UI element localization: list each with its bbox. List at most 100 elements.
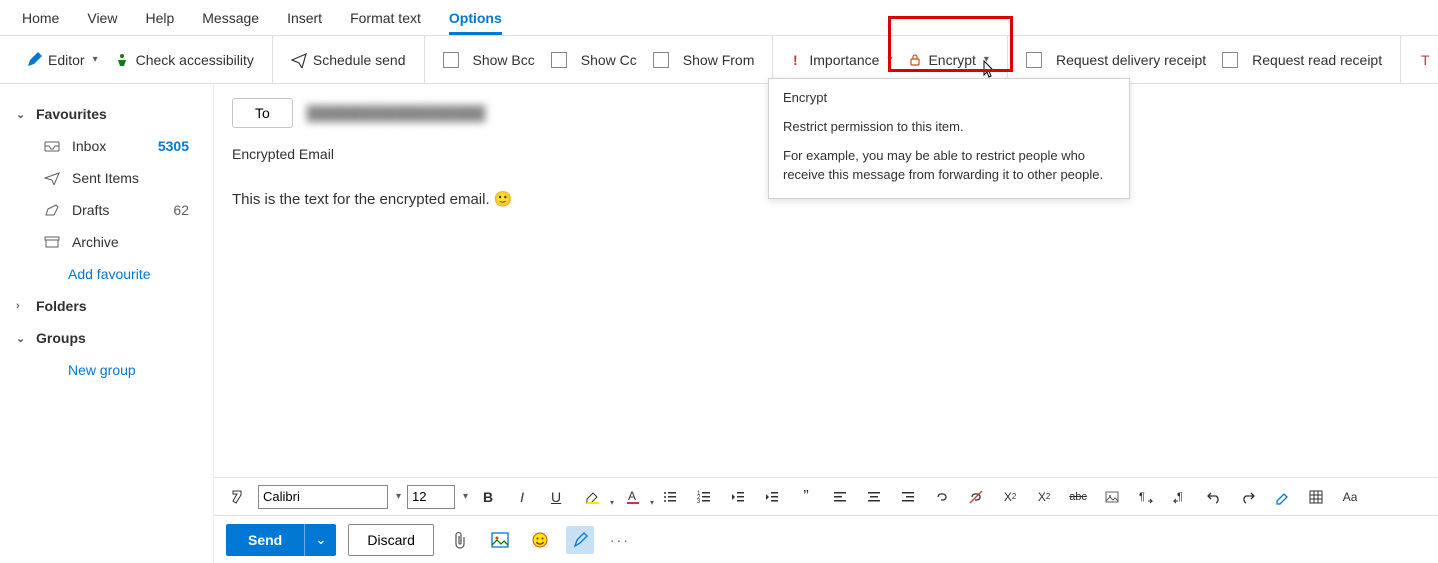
send-button[interactable]: Send — [226, 524, 304, 556]
chevron-down-icon: ▾ — [887, 54, 892, 65]
chevron-down-icon[interactable]: ▾ — [463, 491, 468, 502]
request-delivery-receipt-toggle[interactable]: Request delivery receipt — [1020, 48, 1212, 72]
add-favourite-link[interactable]: Add favourite — [0, 258, 213, 290]
menu-insert[interactable]: Insert — [273, 2, 336, 34]
bullets-button[interactable] — [656, 483, 684, 511]
svg-text:3: 3 — [697, 499, 701, 505]
inbox-label: Inbox — [72, 138, 146, 154]
sidebar-groups-header[interactable]: ⌄ Groups — [0, 322, 213, 354]
lock-icon — [908, 53, 922, 67]
folders-label: Folders — [36, 298, 87, 314]
insert-link-button[interactable] — [928, 483, 956, 511]
sidebar-item-sent[interactable]: Sent Items — [0, 162, 213, 194]
insert-picture-button[interactable] — [1098, 483, 1126, 511]
sidebar-item-drafts[interactable]: Drafts 62 — [0, 194, 213, 226]
request-read-label: Request read receipt — [1252, 52, 1382, 68]
chevron-right-icon: › — [16, 300, 28, 312]
sidebar-favourites-header[interactable]: ⌄ Favourites — [0, 98, 213, 130]
font-color-button[interactable]: A▾ — [616, 483, 650, 511]
svg-text:T: T — [1421, 52, 1430, 68]
show-bcc-toggle[interactable]: Show Bcc — [437, 48, 541, 72]
decrease-indent-button[interactable] — [724, 483, 752, 511]
editor-button[interactable]: Editor ▾ — [20, 48, 104, 72]
remove-link-button[interactable] — [962, 483, 990, 511]
strikethrough-button[interactable]: abc — [1064, 483, 1092, 511]
sent-label: Sent Items — [72, 170, 213, 186]
check-accessibility-button[interactable]: Check accessibility — [108, 48, 260, 72]
send-dropdown[interactable]: ⌄ — [304, 524, 336, 556]
show-cc-toggle[interactable]: Show Cc — [545, 48, 643, 72]
ltr-button[interactable]: ¶ — [1132, 483, 1160, 511]
emoji-icon[interactable] — [526, 531, 554, 549]
send-later-icon — [291, 52, 307, 68]
align-left-button[interactable] — [826, 483, 854, 511]
sent-icon — [44, 171, 60, 185]
checkbox-icon — [1222, 52, 1238, 68]
chevron-down-icon: ⌄ — [16, 332, 28, 345]
align-center-button[interactable] — [860, 483, 888, 511]
menu-view[interactable]: View — [73, 2, 131, 34]
numbering-button[interactable]: 123 — [690, 483, 718, 511]
rtl-button[interactable]: ¶ — [1166, 483, 1194, 511]
change-case-button[interactable]: Aa — [1336, 483, 1364, 511]
insert-table-button[interactable] — [1302, 483, 1330, 511]
menu-options[interactable]: Options — [435, 2, 516, 34]
subscript-button[interactable]: X2 — [1030, 483, 1058, 511]
clear-format-button[interactable] — [1268, 483, 1296, 511]
show-cc-label: Show Cc — [581, 52, 637, 68]
chevron-down-icon: ▾ — [93, 54, 98, 65]
checkbox-icon — [443, 52, 459, 68]
italic-button[interactable]: I — [508, 483, 536, 511]
align-right-button[interactable] — [894, 483, 922, 511]
drafts-icon — [44, 203, 60, 217]
menu-message[interactable]: Message — [188, 2, 273, 34]
text-direction-button[interactable]: T — [1413, 48, 1438, 72]
editor-icon — [26, 52, 42, 68]
svg-text:!: ! — [793, 52, 798, 68]
svg-text:A: A — [628, 489, 636, 503]
chevron-down-icon[interactable]: ▾ — [396, 491, 401, 502]
check-accessibility-label: Check accessibility — [136, 52, 254, 68]
discard-button[interactable]: Discard — [348, 524, 433, 556]
redo-button[interactable] — [1234, 483, 1262, 511]
inbox-count: 5305 — [158, 138, 213, 154]
undo-button[interactable] — [1200, 483, 1228, 511]
bold-button[interactable]: B — [474, 483, 502, 511]
accessibility-icon — [114, 52, 130, 68]
message-body[interactable]: This is the text for the encrypted email… — [214, 166, 1438, 477]
show-from-toggle[interactable]: Show From — [647, 48, 761, 72]
favourites-label: Favourites — [36, 106, 107, 122]
menu-home[interactable]: Home — [8, 2, 73, 34]
format-toolbar: ▾ ▾ B I U ▾ A▾ 123 ” X2 X2 abc ¶ ¶ — [214, 477, 1438, 515]
sidebar-folders-header[interactable]: › Folders — [0, 290, 213, 322]
archive-icon — [44, 235, 60, 249]
quote-button[interactable]: ” — [792, 483, 820, 511]
importance-button[interactable]: ! Importance ▾ — [785, 48, 898, 72]
to-button[interactable]: To — [232, 98, 293, 128]
archive-label: Archive — [72, 234, 213, 250]
superscript-button[interactable]: X2 — [996, 483, 1024, 511]
sidebar-item-inbox[interactable]: Inbox 5305 — [0, 130, 213, 162]
menu-format-text[interactable]: Format text — [336, 2, 435, 34]
new-group-link[interactable]: New group — [0, 354, 213, 386]
text-direction-icon: T — [1419, 52, 1435, 68]
more-actions-button[interactable]: ··· — [606, 532, 634, 548]
schedule-send-button[interactable]: Schedule send — [285, 48, 412, 72]
underline-button[interactable]: U — [542, 483, 570, 511]
request-read-receipt-toggle[interactable]: Request read receipt — [1216, 48, 1388, 72]
sidebar-item-archive[interactable]: Archive — [0, 226, 213, 258]
show-bcc-label: Show Bcc — [473, 52, 535, 68]
increase-indent-button[interactable] — [758, 483, 786, 511]
subject-field[interactable]: Encrypted Email — [214, 128, 1438, 166]
font-size-select[interactable] — [407, 485, 455, 509]
menu-help[interactable]: Help — [131, 2, 188, 34]
encrypt-button[interactable]: Encrypt ▾ — [902, 48, 995, 72]
font-family-select[interactable] — [258, 485, 388, 509]
recipient-chip[interactable]: ██████████████████ — [307, 105, 486, 121]
attach-icon[interactable] — [446, 531, 474, 549]
format-painter-icon[interactable] — [224, 483, 252, 511]
highlight-button[interactable]: ▾ — [576, 483, 610, 511]
schedule-send-label: Schedule send — [313, 52, 406, 68]
editor-pen-icon[interactable] — [566, 526, 594, 554]
insert-image-icon[interactable] — [486, 532, 514, 548]
